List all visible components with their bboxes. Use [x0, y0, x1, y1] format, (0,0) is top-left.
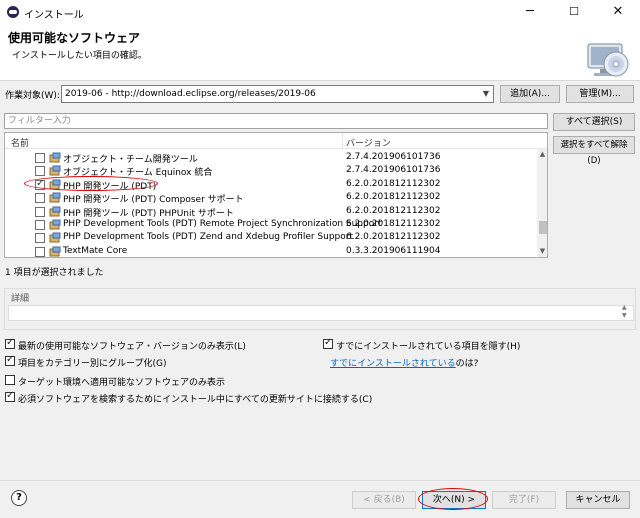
row-version: 6.2.0.201812112302	[346, 219, 441, 229]
row-checkbox[interactable]	[35, 233, 45, 244]
feature-package-icon	[49, 219, 61, 230]
table-header: 名前 バージョン	[5, 133, 547, 149]
row-name: TextMate Core	[63, 245, 128, 256]
cancel-button[interactable]: キャンセル	[566, 491, 630, 509]
row-name: PHP Development Tools (PDT) Remote Proje…	[63, 219, 382, 229]
row-version: 6.2.0.201812112302	[346, 178, 441, 189]
page-subtitle: インストールしたい項目の確認。	[12, 51, 147, 61]
back-button[interactable]: < 戻る(B)	[352, 491, 416, 509]
latest-only-checkbox[interactable]	[5, 337, 15, 349]
row-name: PHP 開発ツール (PDT) PHPUnit サポート	[63, 208, 234, 219]
title-bar: インストール ─ ☐ ✕	[0, 0, 640, 24]
page-title: 使用可能なソフトウェア	[8, 31, 141, 45]
wizard-header: 使用可能なソフトウェア インストールしたい項目の確認。	[0, 24, 640, 81]
row-version: 6.2.0.201812112302	[346, 232, 441, 243]
close-button[interactable]: ✕	[596, 0, 640, 24]
row-version: 2.7.4.201906101736	[346, 152, 441, 162]
details-scroll-icon[interactable]: ▲ ▼	[622, 304, 627, 320]
row-checkbox[interactable]	[35, 193, 45, 204]
row-checkbox[interactable]	[35, 220, 45, 230]
minimize-button[interactable]: ─	[508, 0, 552, 24]
manage-sites-button[interactable]: 管理(M)...	[566, 85, 634, 103]
table-row[interactable]: PHP 開発ツール (PDT) Composer サポート 6.2.0.20181…	[5, 192, 535, 205]
row-version: 2.7.4.201906101736	[346, 165, 441, 176]
finish-button[interactable]: 完了(F)	[492, 491, 556, 509]
red-annotation-ellipse-next	[418, 488, 488, 510]
table-row[interactable]: PHP Development Tools (PDT) Remote Proje…	[5, 219, 535, 232]
red-annotation-ellipse	[24, 176, 158, 191]
filter-input[interactable]: フィルター入力	[4, 113, 548, 129]
target-env-label: ターゲット環境へ適用可能なソフトウェアのみ表示	[18, 378, 226, 388]
column-version-header[interactable]: バージョン	[346, 136, 391, 149]
details-label: 詳細	[11, 294, 30, 304]
contact-all-sites-checkbox[interactable]	[5, 390, 15, 402]
selection-status: 1 項目が選択されました	[5, 268, 104, 278]
work-with-label: 作業対象(W):	[5, 91, 60, 101]
hide-installed-label: すでにインストールされている項目を隠す(H)	[336, 342, 521, 352]
row-version: 6.2.0.201812112302	[346, 192, 441, 203]
installed-link-line: すでにインストールされているのは?	[330, 356, 478, 369]
select-all-button[interactable]: すべて選択(S)	[553, 113, 635, 131]
chevron-down-icon[interactable]: ▼	[483, 86, 489, 102]
target-env-checkbox[interactable]	[5, 375, 15, 385]
install-cd-icon	[587, 43, 629, 77]
scroll-up-icon[interactable]: ▲	[537, 150, 547, 158]
row-checkbox[interactable]	[35, 166, 45, 177]
feature-package-icon	[49, 246, 61, 257]
hide-installed-checkbox[interactable]	[323, 337, 333, 349]
scroll-down-icon[interactable]: ▼	[537, 247, 547, 255]
table-row[interactable]: PHP 開発ツール (PDT) PHPUnit サポート 6.2.0.201812…	[5, 206, 535, 219]
group-by-category-checkbox[interactable]	[5, 354, 15, 366]
window-title: インストール	[24, 10, 84, 21]
work-with-combo[interactable]: 2019-06 - http://download.eclipse.org/re…	[61, 85, 494, 103]
scrollbar-thumb[interactable]	[539, 221, 547, 234]
feature-package-icon	[49, 206, 61, 217]
table-row[interactable]: オブジェクト・チーム開発ツール 2.7.4.201906101736	[5, 152, 535, 165]
row-name: PHP 開発ツール (PDT) Composer サポート	[63, 195, 244, 206]
already-installed-suffix: のは?	[455, 359, 479, 369]
column-divider	[342, 133, 343, 149]
feature-package-icon	[49, 192, 61, 203]
vertical-scrollbar[interactable]	[537, 149, 547, 257]
contact-all-sites-label: 必須ソフトウェアを検索するためにインストール中にすべての更新サイトに接続する(C…	[18, 395, 373, 405]
maximize-button[interactable]: ☐	[552, 0, 596, 24]
table-row[interactable]: PHP Development Tools (PDT) Zend and Xde…	[5, 232, 535, 245]
work-with-value: 2019-06 - http://download.eclipse.org/re…	[65, 89, 316, 99]
feature-package-icon	[49, 152, 61, 163]
deselect-all-button[interactable]: 選択をすべて解除(D)	[553, 136, 635, 166]
row-checkbox[interactable]	[35, 246, 45, 257]
help-icon[interactable]: ?	[11, 490, 27, 506]
row-name: オブジェクト・チーム開発ツール	[63, 155, 198, 165]
add-site-button[interactable]: 追加(A)...	[500, 85, 560, 103]
group-by-category-label: 項目をカテゴリー別にグループ化(G)	[18, 359, 167, 369]
row-checkbox[interactable]	[35, 206, 45, 217]
feature-package-icon	[49, 165, 61, 176]
eclipse-icon	[7, 6, 19, 18]
details-text	[8, 305, 634, 321]
row-name: PHP Development Tools (PDT) Zend and Xde…	[63, 232, 354, 243]
latest-only-label: 最新の使用可能なソフトウェア・バージョンのみ表示(L)	[18, 342, 246, 352]
table-row[interactable]: TextMate Core 0.3.3.201906111904	[5, 245, 535, 257]
software-table[interactable]: 名前 バージョン オブジェクト・チーム開発ツール 2.7.4.2019061017…	[4, 132, 548, 258]
row-checkbox[interactable]	[35, 153, 45, 163]
row-version: 6.2.0.201812112302	[346, 205, 441, 216]
row-version: 0.3.3.201906111904	[346, 245, 441, 256]
feature-package-icon	[49, 232, 61, 243]
footer-separator	[0, 480, 640, 481]
column-name-header[interactable]: 名前	[11, 136, 29, 149]
already-installed-link[interactable]: すでにインストールされている	[330, 359, 456, 369]
